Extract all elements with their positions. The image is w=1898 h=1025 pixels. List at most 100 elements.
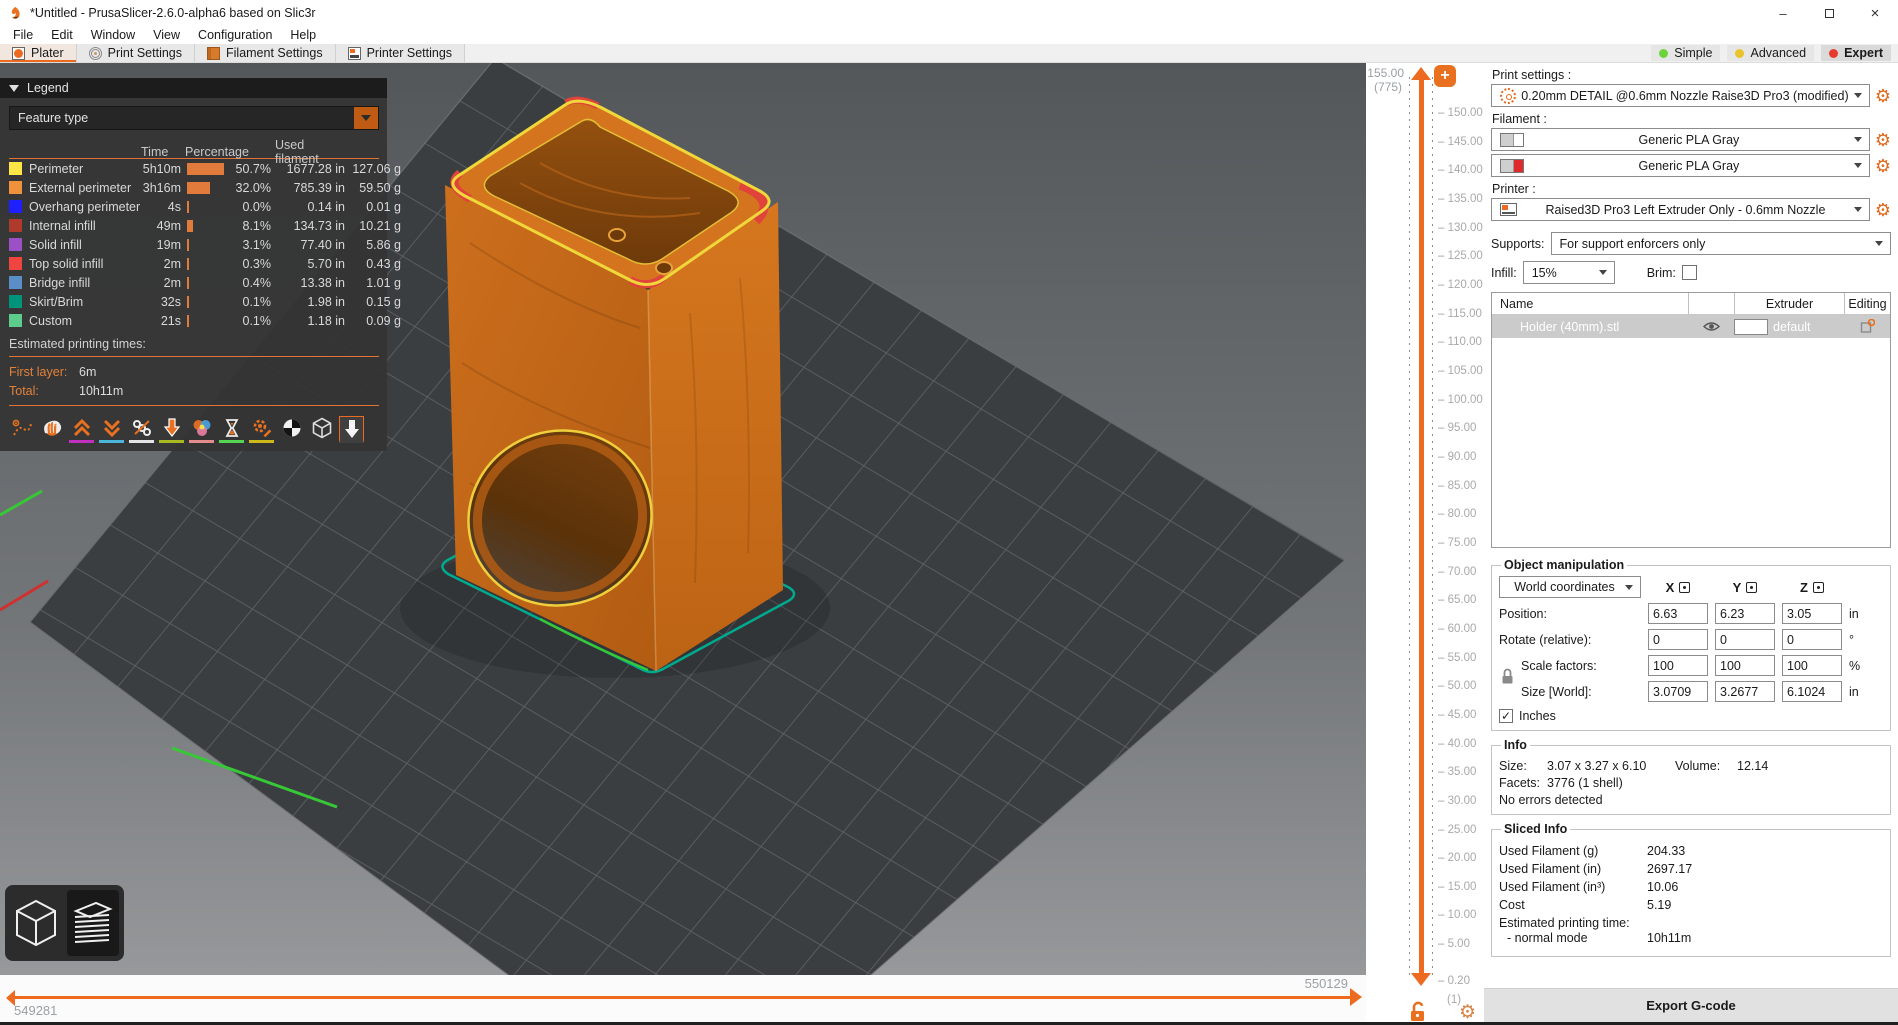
tab-plater[interactable]: Plater (0, 44, 77, 62)
layer-tick-label: 115.00 (1438, 308, 1482, 320)
position-x-input[interactable]: 6.63 (1648, 603, 1708, 624)
filament-1-gear-button[interactable]: ⚙ (1875, 131, 1891, 149)
custom-gcodes-icon[interactable] (249, 416, 274, 443)
app-logo-icon (11, 6, 20, 19)
filament-select-2[interactable]: Generic PLA Gray (1491, 154, 1870, 177)
rotate-z-input[interactable]: 0 (1782, 629, 1842, 650)
mode-expert[interactable]: Expert (1821, 45, 1891, 61)
filament-2-gear-button[interactable]: ⚙ (1875, 157, 1891, 175)
feature-color-swatch (9, 276, 22, 289)
maximize-button[interactable] (1806, 0, 1852, 26)
scale-y-input[interactable]: 100 (1715, 655, 1775, 676)
travel-icon[interactable] (9, 416, 34, 443)
inches-checkbox[interactable]: ✓ (1499, 709, 1513, 723)
object-row[interactable]: Holder (40mm).stl default (1492, 315, 1890, 338)
print-settings-select[interactable]: 0.20mm DETAIL @0.6mm Nozzle Raise3D Pro3… (1491, 84, 1870, 107)
rotate-x-input[interactable]: 0 (1648, 629, 1708, 650)
layer-tick-label: 20.00 (1438, 852, 1477, 864)
size-x-input[interactable]: 3.0709 (1648, 681, 1708, 702)
extruder-color-box[interactable] (1734, 318, 1768, 335)
infill-select[interactable]: 15% (1522, 261, 1615, 284)
size-y-input[interactable]: 3.2677 (1715, 681, 1775, 702)
layer-tick-label: 110.00 (1438, 336, 1482, 348)
add-color-change-button[interactable]: + (1434, 65, 1456, 87)
legend-rows: Perimeter 5h10m 50.7% 1677.28 in 127.06 … (9, 159, 401, 330)
print-settings-label: Print settings : (1492, 68, 1572, 82)
menu-view[interactable]: View (144, 28, 189, 42)
shells-icon[interactable] (309, 416, 334, 443)
color-changes-icon[interactable] (189, 416, 214, 443)
brim-checkbox[interactable] (1681, 265, 1697, 280)
feature-color-swatch (9, 314, 22, 327)
rotate-y-input[interactable]: 0 (1715, 629, 1775, 650)
feature-color-swatch (9, 219, 22, 232)
tab-print-settings[interactable]: Print Settings (76, 44, 195, 62)
minimize-button[interactable]: – (1760, 0, 1806, 26)
menu-help[interactable]: Help (281, 28, 325, 42)
view-3d-button[interactable] (10, 890, 62, 956)
feature-color-swatch (9, 181, 22, 194)
layer-slider-upper-handle[interactable] (1411, 67, 1431, 80)
3d-viewport[interactable]: Legend Feature type Time Percentage Used… (0, 63, 1366, 1022)
view-layers-button[interactable] (67, 890, 119, 956)
size-z-input[interactable]: 6.1024 (1782, 681, 1842, 702)
supports-select[interactable]: For support enforcers only (1550, 232, 1891, 255)
seams-icon[interactable] (129, 416, 154, 443)
axis-copy-icon[interactable] (1679, 581, 1691, 593)
scale-z-input[interactable]: 100 (1782, 655, 1842, 676)
export-gcode-button[interactable]: Export G-code (1484, 988, 1898, 1022)
close-button[interactable]: × (1852, 0, 1898, 26)
percentage-bar (185, 181, 233, 194)
axis-copy-icon[interactable] (1746, 581, 1758, 593)
brim-label: Brim: (1646, 265, 1676, 280)
lock-icon[interactable] (1408, 1001, 1428, 1025)
position-z-input[interactable]: 3.05 (1782, 603, 1842, 624)
slider-settings-gear-icon[interactable]: ⚙ (1459, 1001, 1476, 1024)
coordinates-select[interactable]: World coordinates (1499, 576, 1641, 598)
retractions-icon[interactable] (69, 416, 94, 443)
position-y-input[interactable]: 6.23 (1715, 603, 1775, 624)
feature-type-dropdown-button[interactable] (354, 107, 378, 129)
scale-x-input[interactable]: 100 (1648, 655, 1708, 676)
chevron-down-icon (1875, 241, 1883, 246)
tool-changes-icon[interactable] (159, 416, 184, 443)
printer-gear-button[interactable]: ⚙ (1875, 201, 1891, 219)
menu-window[interactable]: Window (82, 28, 144, 42)
layer-tick-label: 30.00 (1438, 795, 1477, 807)
feature-color-swatch (9, 257, 22, 270)
pause-prints-icon[interactable] (219, 416, 244, 443)
menu-file[interactable]: File (4, 28, 42, 42)
editing-icon[interactable] (1844, 319, 1890, 334)
mode-simple[interactable]: Simple (1651, 45, 1721, 61)
layer-tick-label: 105.00 (1438, 365, 1483, 377)
print-settings-gear-button[interactable]: ⚙ (1875, 87, 1891, 105)
plater-icon (12, 46, 25, 60)
layer-slider-lower-handle[interactable] (1411, 973, 1431, 986)
menu-bar: File Edit Window View Configuration Help (0, 26, 1898, 44)
hslider-track[interactable] (14, 996, 1350, 999)
collapse-triangle-icon (9, 84, 19, 92)
feature-type-select[interactable]: Feature type (9, 106, 379, 130)
mode-advanced[interactable]: Advanced (1727, 45, 1815, 61)
center-of-gravity-icon[interactable] (279, 416, 304, 443)
tool-marker-icon[interactable] (339, 416, 364, 443)
tab-filament-settings[interactable]: Filament Settings (195, 44, 336, 62)
menu-edit[interactable]: Edit (42, 28, 82, 42)
legend-header[interactable]: Legend (0, 78, 387, 98)
legend-panel: Legend Feature type Time Percentage Used… (0, 78, 401, 451)
scale-lock-icon[interactable] (1501, 668, 1514, 688)
layer-slider-track[interactable] (1419, 77, 1424, 975)
deretractions-icon[interactable] (99, 416, 124, 443)
visibility-eye-icon[interactable] (1688, 320, 1734, 333)
horizontal-slider[interactable]: 549281 550129 (0, 975, 1366, 1022)
layers-preview-icon (73, 901, 113, 943)
hslider-right-arrow-icon[interactable] (1350, 988, 1362, 1006)
preset-gear-icon (1500, 87, 1516, 104)
filament-select-1[interactable]: Generic PLA Gray (1491, 128, 1870, 151)
legend-row: Internal infill 49m 8.1% 134.73 in 10.21… (9, 216, 401, 235)
tab-printer-settings[interactable]: Printer Settings (335, 44, 466, 62)
axis-copy-icon[interactable] (1812, 581, 1824, 593)
printer-select[interactable]: Raised3D Pro3 Left Extruder Only - 0.6mm… (1491, 198, 1870, 221)
menu-configuration[interactable]: Configuration (189, 28, 281, 42)
wipe-icon[interactable] (39, 416, 64, 443)
